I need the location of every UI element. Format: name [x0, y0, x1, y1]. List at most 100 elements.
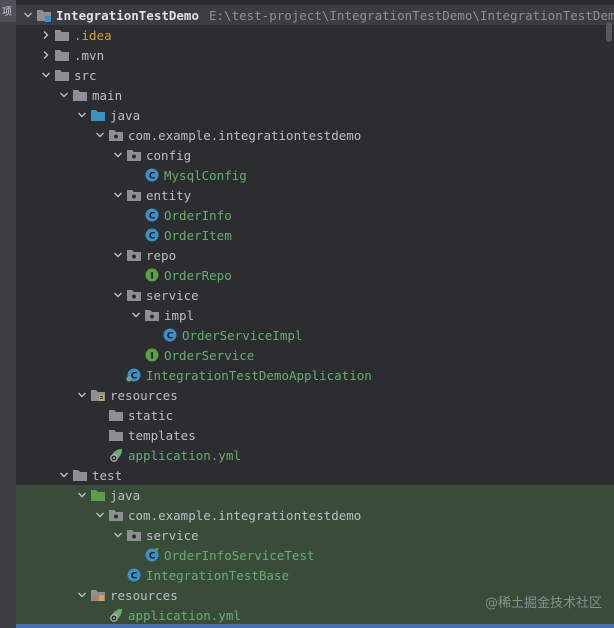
- test-source-folder-icon: [90, 487, 106, 503]
- tree-row-label: MysqlConfig: [164, 167, 247, 183]
- tree-row-label: src: [74, 67, 97, 83]
- tree-row-label: IntegrationTestDemo: [56, 7, 199, 23]
- chevron-down-icon[interactable]: [74, 105, 90, 125]
- chevron-right-icon[interactable]: [38, 25, 54, 45]
- svg-text:C: C: [131, 372, 138, 382]
- tree-row[interactable]: main: [16, 85, 614, 105]
- chevron-down-icon[interactable]: [74, 385, 90, 405]
- watermark: @稀土掘金技术社区: [484, 596, 602, 611]
- svg-text:C: C: [149, 232, 156, 242]
- class-icon: C: [144, 167, 160, 183]
- tree-row[interactable]: entity: [16, 185, 614, 205]
- tree-row-label: OrderItem: [164, 227, 232, 243]
- tree-row[interactable]: C IntegrationTestBase: [16, 565, 614, 585]
- tree-row-label: OrderServiceImpl: [182, 327, 303, 343]
- tree-row[interactable]: .idea: [16, 25, 614, 45]
- tree-row-label: impl: [164, 307, 195, 323]
- chevron-down-icon[interactable]: [110, 285, 126, 305]
- chevron-down-icon[interactable]: [56, 85, 72, 105]
- folder-icon: [72, 467, 88, 483]
- spring-config-icon: [108, 447, 124, 463]
- folder-icon: [108, 427, 124, 443]
- tree-row-label: java: [110, 107, 141, 123]
- tree-row[interactable]: static: [16, 405, 614, 425]
- tree-row[interactable]: C OrderItem: [16, 225, 614, 245]
- tree-row[interactable]: C IntegrationTestDemoApplication: [16, 365, 614, 385]
- tree-row[interactable]: application.yml: [16, 445, 614, 465]
- folder-icon: [108, 407, 124, 423]
- tree-row[interactable]: service: [16, 285, 614, 305]
- tree-row-label: OrderInfo: [164, 207, 232, 223]
- tree-row[interactable]: resources: [16, 385, 614, 405]
- chevron-right-icon[interactable]: [38, 45, 54, 65]
- tree-row[interactable]: com.example.integrationtestdemo: [16, 125, 614, 145]
- bottom-status-edge: [16, 624, 614, 628]
- tree-row[interactable]: com.example.integrationtestdemo: [16, 505, 614, 525]
- chevron-down-icon[interactable]: [74, 485, 90, 505]
- source-folder-icon: [90, 107, 106, 123]
- svg-text:C: C: [131, 572, 138, 582]
- tree-row[interactable]: C OrderInfo: [16, 205, 614, 225]
- tree-row[interactable]: I OrderService: [16, 345, 614, 365]
- chevron-down-icon[interactable]: [110, 525, 126, 545]
- svg-text:C: C: [167, 332, 174, 342]
- tree-row-label: IntegrationTestDemoApplication: [146, 367, 372, 383]
- tree-row[interactable]: src: [16, 65, 614, 85]
- project-side-tab[interactable]: 项: [0, 0, 16, 22]
- tree-row[interactable]: java: [16, 105, 614, 125]
- module-folder-icon: [36, 7, 52, 23]
- tree-row[interactable]: C OrderServiceImpl: [16, 325, 614, 345]
- chevron-down-icon[interactable]: [110, 185, 126, 205]
- chevron-down-icon[interactable]: [128, 305, 144, 325]
- package-icon: [126, 187, 142, 203]
- tree-row-label: resources: [110, 387, 178, 403]
- tree-row[interactable]: C OrderInfoServiceTest: [16, 545, 614, 565]
- chevron-down-icon[interactable]: [20, 5, 36, 25]
- tree-row[interactable]: test: [16, 465, 614, 485]
- package-icon: [126, 147, 142, 163]
- package-icon: [108, 507, 124, 523]
- chevron-down-icon[interactable]: [74, 585, 90, 605]
- tree-row[interactable]: C MysqlConfig: [16, 165, 614, 185]
- class-icon: C: [144, 207, 160, 223]
- chevron-down-icon[interactable]: [92, 505, 108, 525]
- chevron-down-icon[interactable]: [38, 65, 54, 85]
- tree-row[interactable]: IntegrationTestDemo E:\test-project\Integ…: [16, 5, 614, 25]
- tree-row-label: entity: [146, 187, 192, 203]
- interface-icon: I: [144, 347, 160, 363]
- chevron-down-icon[interactable]: [92, 125, 108, 145]
- vertical-scrollbar-thumb[interactable]: [606, 22, 612, 42]
- tree-row[interactable]: .mvn: [16, 45, 614, 65]
- svg-text:C: C: [149, 172, 156, 182]
- package-icon: [126, 527, 142, 543]
- left-tool-strip: 项: [0, 0, 16, 628]
- chevron-down-icon[interactable]: [110, 145, 126, 165]
- tree-row-label: resources: [110, 587, 178, 603]
- tree-row[interactable]: repo: [16, 245, 614, 265]
- tree-row-label: OrderRepo: [164, 267, 232, 283]
- test-resources-folder-icon: [90, 587, 106, 603]
- tree-row[interactable]: impl: [16, 305, 614, 325]
- tree-row[interactable]: templates: [16, 425, 614, 445]
- tree-row-label: service: [146, 287, 199, 303]
- tree-row-label: .mvn: [74, 47, 105, 63]
- svg-text:C: C: [149, 552, 156, 562]
- tree-row-label: config: [146, 147, 192, 163]
- package-icon: [126, 247, 142, 263]
- tree-row-label: test: [92, 467, 123, 483]
- tree-row[interactable]: java: [16, 485, 614, 505]
- tree-row-label: application.yml: [128, 607, 241, 623]
- tree-row[interactable]: service: [16, 525, 614, 545]
- package-icon: [126, 287, 142, 303]
- folder-icon: [54, 27, 70, 43]
- chevron-down-icon[interactable]: [56, 465, 72, 485]
- tree-row[interactable]: I OrderRepo: [16, 265, 614, 285]
- chevron-down-icon[interactable]: [110, 245, 126, 265]
- tree-row[interactable]: config: [16, 145, 614, 165]
- package-icon: [144, 307, 160, 323]
- tree-row-label: service: [146, 527, 199, 543]
- tree-row-label: static: [128, 407, 174, 423]
- project-tree: IntegrationTestDemo E:\test-project\Integ…: [16, 0, 614, 628]
- class-icon: C: [144, 227, 160, 243]
- spring-config-icon: [108, 607, 124, 623]
